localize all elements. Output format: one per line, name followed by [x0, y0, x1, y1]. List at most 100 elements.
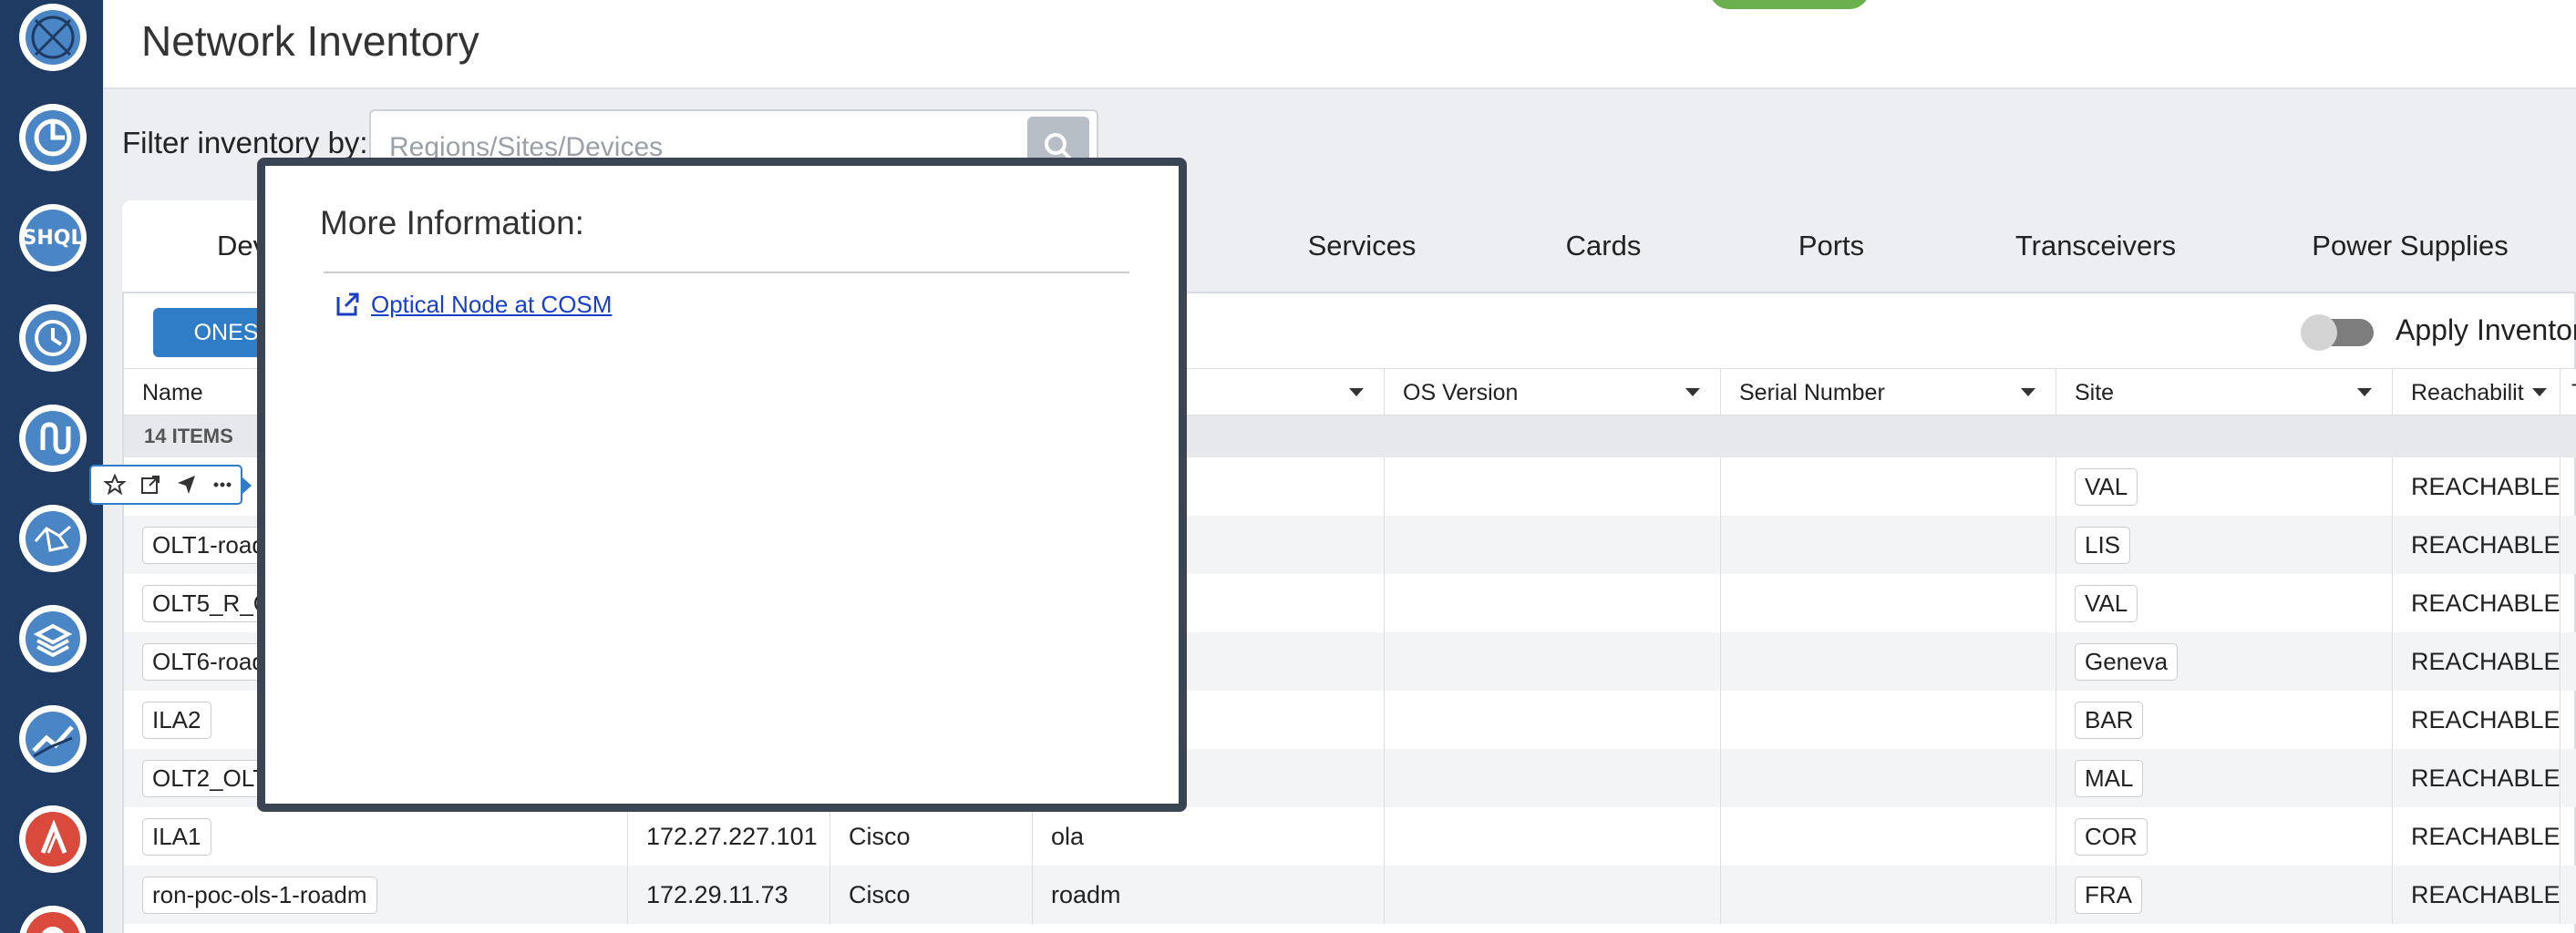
column-header-tags-label: Ta — [2571, 380, 2576, 406]
navigate-icon[interactable] — [175, 473, 199, 497]
network-map-icon[interactable] — [19, 505, 87, 572]
table-cell — [1720, 632, 2056, 691]
column-header-name-label: Name — [142, 379, 203, 405]
cell-value-reach: REACHABLE — [2411, 647, 2561, 675]
table-cell-site: Geneva — [2056, 632, 2392, 691]
column-header-tags[interactable]: Ta — [2560, 369, 2576, 416]
table-cell-reach: REACHABLE — [2392, 632, 2561, 691]
shql-icon[interactable]: SHQL — [19, 204, 87, 272]
table-cell-ip: 172.27.227.101 — [627, 807, 829, 866]
cell-value-reach: REACHABLE — [2411, 764, 2561, 792]
optical-node-link[interactable]: Optical Node at COSM — [371, 291, 612, 319]
cell-value-name[interactable]: ILA1 — [142, 817, 211, 856]
column-header-serial-number[interactable]: Serial Number — [1720, 369, 2056, 416]
table-cell — [1384, 807, 1720, 866]
table-cell — [1720, 866, 2056, 924]
top-action-button[interactable] — [1709, 0, 1870, 9]
cell-value-reach: REACHABLE — [2411, 705, 2561, 733]
chevron-down-icon — [2357, 388, 2372, 396]
user-icon[interactable] — [19, 906, 87, 933]
table-cell-site: FRA — [2056, 866, 2392, 924]
tool-icon[interactable] — [19, 805, 87, 873]
table-row[interactable]: ron-poc-ols-1-roadm 172.29.11.73 Cisco road… — [124, 866, 2576, 924]
toggle-knob — [2301, 314, 2337, 351]
gauge-icon[interactable] — [19, 104, 87, 171]
cell-value-type: roadm — [1051, 880, 1121, 908]
cell-value-name[interactable]: ron-poc-ols-1-roadm — [142, 876, 377, 914]
table-cell — [2560, 749, 2576, 807]
table-cell-vendor: Cisco — [829, 866, 1032, 924]
table-cell-reach: REACHABLE — [2392, 866, 2561, 924]
open-external-icon[interactable] — [139, 473, 162, 497]
table-cell — [2560, 457, 2576, 516]
cell-value-ip: 172.29.11.73 — [646, 880, 788, 908]
cell-value-site: BAR — [2075, 701, 2144, 739]
tab-ports[interactable]: Ports — [1717, 200, 1945, 292]
table-cell — [1720, 516, 2056, 574]
table-cell — [1720, 807, 2056, 866]
layers-icon[interactable] — [19, 605, 87, 672]
table-cell — [1720, 749, 2056, 807]
column-header-site-label: Site — [2075, 379, 2115, 405]
apply-inventory-toggle[interactable] — [2301, 314, 2374, 351]
tab-cards[interactable]: Cards — [1489, 200, 1717, 292]
table-cell — [2560, 866, 2576, 924]
cell-value-reach: REACHABLE — [2411, 472, 2561, 500]
cell-value-site: Geneva — [2075, 642, 2179, 681]
table-cell — [1384, 457, 1720, 516]
table-cell-reach: REACHABLE — [2392, 749, 2561, 807]
cell-value-reach: REACHABLE — [2411, 589, 2561, 617]
table-cell — [1720, 457, 2056, 516]
table-cell-reach: REACHABLE — [2392, 807, 2561, 866]
table-cell-site: COR — [2056, 807, 2392, 866]
cell-value-reach: REACHABLE — [2411, 822, 2561, 850]
clock-icon[interactable] — [19, 304, 87, 372]
table-cell-name: ron-poc-ols-1-roadm — [124, 866, 627, 924]
table-cell — [1384, 632, 1720, 691]
table-cell-site: VAL — [2056, 457, 2392, 516]
page-header: Network Inventory — [103, 0, 2576, 89]
table-cell-reach: REACHABLE — [2392, 516, 2561, 574]
table-row[interactable]: ILA1 172.27.227.101 Cisco ola COR REACHABLE — [124, 807, 2576, 866]
chevron-down-icon — [2532, 388, 2547, 396]
cell-value-reach: REACHABLE — [2411, 530, 2561, 559]
table-cell-vendor: Cisco — [829, 807, 1032, 866]
tab-power-supplies[interactable]: Power Supplies — [2246, 200, 2574, 292]
table-cell — [1720, 574, 2056, 632]
cell-value-vendor: Cisco — [849, 822, 911, 850]
column-header-reachability[interactable]: Reachabilit — [2392, 369, 2560, 416]
tab-services[interactable]: Services — [1234, 200, 1489, 292]
column-header-reachability-label: Reachabilit — [2411, 379, 2524, 405]
table-cell-reach: REACHABLE — [2392, 574, 2561, 632]
cell-value-site: MAL — [2075, 759, 2144, 797]
column-header-os-version-label: OS Version — [1403, 379, 1519, 405]
connector-icon[interactable] — [19, 405, 87, 472]
table-cell-site: BAR — [2056, 691, 2392, 749]
table-cell-reach: REACHABLE — [2392, 691, 2561, 749]
popup-divider — [324, 272, 1129, 273]
cell-value-site: COR — [2075, 817, 2148, 856]
table-cell-type: roadm — [1032, 866, 1384, 924]
cell-value-name[interactable]: ILA2 — [142, 701, 211, 739]
table-cell-name: ILA1 — [124, 807, 627, 866]
table-cell — [1384, 691, 1720, 749]
star-icon[interactable] — [102, 473, 127, 497]
table-cell — [1720, 691, 2056, 749]
table-cell — [2560, 574, 2576, 632]
table-cell-site: MAL — [2056, 749, 2392, 807]
table-cell-site: LIS — [2056, 516, 2392, 574]
table-cell-ip: 172.29.11.73 — [627, 866, 829, 924]
left-nav-rail: SHQL — [0, 0, 103, 933]
more-information-popup: More Information: Optical Node at COSM — [257, 158, 1187, 812]
column-header-site[interactable]: Site — [2056, 369, 2392, 416]
table-cell — [2560, 516, 2576, 574]
globe-icon[interactable] — [19, 4, 87, 71]
cell-value-ip: 172.27.227.101 — [646, 822, 818, 850]
cell-value-site: VAL — [2075, 584, 2138, 622]
tab-transceivers[interactable]: Transceivers — [1945, 200, 2246, 292]
trend-chart-icon[interactable] — [19, 705, 87, 773]
column-header-os-version[interactable]: OS Version — [1384, 369, 1720, 416]
more-icon[interactable] — [211, 473, 234, 497]
table-cell — [1384, 574, 1720, 632]
cell-value-site: VAL — [2075, 467, 2138, 506]
